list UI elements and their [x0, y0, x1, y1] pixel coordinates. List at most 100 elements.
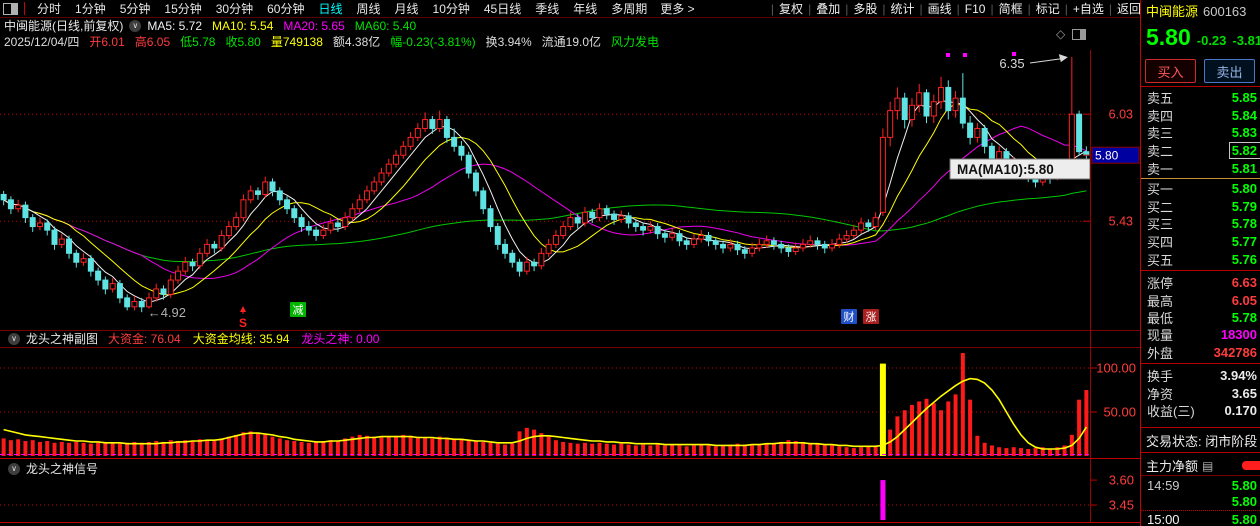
ohlc-field: 流通19.0亿: [541, 35, 602, 49]
bid-row[interactable]: 买二 5.79: [1141, 198, 1260, 216]
toolbar-button[interactable]: +自选: [1073, 0, 1104, 17]
period-tab[interactable]: 分时: [30, 0, 68, 17]
stat-row: 收益(三) 0.170: [1141, 402, 1260, 419]
period-tab[interactable]: 5分钟: [113, 0, 158, 17]
level-price[interactable]: 5.76: [1232, 252, 1260, 267]
level-price[interactable]: 5.82: [1228, 142, 1260, 160]
sub-indicator-chart[interactable]: 100.00 50.00: [0, 347, 1141, 458]
period-tab[interactable]: 1分钟: [68, 0, 113, 17]
level-price[interactable]: 5.78: [1232, 216, 1260, 231]
ma-legend-item: MA60: 5.40: [354, 18, 417, 33]
bid-row[interactable]: 买四 5.77: [1141, 233, 1260, 251]
stat-row: 涨停 6.63: [1141, 274, 1260, 291]
period-tab[interactable]: 周线: [349, 0, 387, 17]
period-tab[interactable]: 日线: [311, 0, 349, 17]
tick-row: 5.80: [1141, 494, 1260, 511]
sub-chart-title: 龙头之神副图: [26, 332, 99, 346]
ohlc-field: 高6.05: [134, 35, 171, 49]
stat-value: 342786: [1213, 344, 1257, 360]
document-icon[interactable]: ▤: [1202, 459, 1213, 473]
stat-label: 最低: [1147, 310, 1174, 326]
period-tab[interactable]: 45日线: [477, 0, 528, 17]
period-tab[interactable]: 季线: [528, 0, 566, 17]
toolbar-separator: |: [990, 1, 994, 16]
stock-name: 中闽能源: [1146, 4, 1199, 19]
sub-legend-item: 大资金: 76.04: [108, 332, 181, 346]
level-label: 卖三: [1147, 126, 1174, 142]
ma-legend: MA5: 5.72 MA10: 5.54 MA20: 5.65 MA60: 5.40: [147, 19, 426, 33]
period-tab[interactable]: 多周期: [604, 0, 654, 17]
period-tab[interactable]: 60分钟: [260, 0, 311, 17]
ask-row[interactable]: 卖五 5.85: [1141, 89, 1260, 107]
level-price[interactable]: 5.84: [1232, 108, 1260, 123]
tick-row: 15:00 5.80: [1141, 511, 1260, 526]
level-price[interactable]: 5.79: [1232, 199, 1260, 214]
bid-row[interactable]: 买一 5.80: [1141, 180, 1260, 198]
level-label: 卖一: [1147, 161, 1174, 177]
toolbar-button[interactable]: 多股: [853, 0, 877, 17]
ask-row[interactable]: 卖四 5.84: [1141, 107, 1260, 125]
toolbar-button[interactable]: 返回: [1117, 0, 1141, 17]
main-candlestick-chart[interactable]: 6.03 5.80 5.43 6.35 ←4.92 S 减 财 涨 MA(MA10):5.80: [0, 50, 1141, 330]
divider: [0, 330, 1141, 331]
chevron-down-icon[interactable]: ∨: [129, 19, 142, 32]
level-label: 买二: [1147, 199, 1174, 215]
svg-text:5.43: 5.43: [1109, 215, 1133, 229]
panel-layout-icon[interactable]: [1072, 28, 1087, 40]
toolbar-button[interactable]: 复权: [779, 0, 803, 17]
ask-row[interactable]: 卖二 5.82: [1141, 142, 1260, 160]
toolbar-separator: |: [956, 1, 960, 16]
more-button[interactable]: 更多 >: [654, 0, 700, 17]
toolbar-button[interactable]: 标记: [1036, 0, 1060, 17]
period-tab[interactable]: 15分钟: [157, 0, 208, 17]
axis-divider: [1090, 50, 1091, 522]
toolbar-button[interactable]: F10: [965, 2, 986, 16]
bid-row[interactable]: 买五 5.76: [1141, 250, 1260, 268]
level-price[interactable]: 5.85: [1232, 90, 1260, 105]
toolbar-button[interactable]: 叠加: [816, 0, 840, 17]
ohlc-field: 低5.78: [180, 35, 216, 49]
stat-label: 涨停: [1147, 276, 1174, 292]
window-split-icon[interactable]: [3, 2, 18, 15]
bid-row[interactable]: 买三 5.78: [1141, 215, 1260, 233]
ohlc-field: 收5.80: [225, 35, 261, 49]
toolbar-button[interactable]: 简框: [999, 0, 1023, 17]
stat-row: 最低 5.78: [1141, 309, 1260, 326]
diamond-icon[interactable]: ◇: [1056, 27, 1065, 41]
chevron-down-icon[interactable]: ∨: [8, 332, 20, 345]
level-label: 卖五: [1147, 91, 1174, 107]
ask-row[interactable]: 卖一 5.81: [1141, 159, 1260, 177]
divider: [1141, 452, 1260, 453]
signal-chart[interactable]: 3.60 3.45: [0, 458, 1141, 522]
buy-button[interactable]: 买入: [1145, 59, 1196, 83]
instrument-title: 中闽能源(日线,前复权): [4, 19, 124, 33]
stock-code: 600163: [1203, 4, 1247, 19]
svg-text:减: 减: [293, 304, 304, 317]
stat-label: 最高: [1147, 293, 1174, 309]
toolbar-button[interactable]: 画线: [928, 0, 952, 17]
stat-value: 3.65: [1231, 385, 1257, 401]
level-price[interactable]: 5.80: [1232, 181, 1260, 196]
period-tab[interactable]: 月线: [388, 0, 426, 17]
sell-button[interactable]: 卖出: [1204, 59, 1255, 83]
main-flow-label: 主力净额: [1146, 459, 1199, 474]
level-price[interactable]: 5.77: [1232, 234, 1260, 249]
ask-row[interactable]: 卖三 5.83: [1141, 124, 1260, 142]
period-tab[interactable]: 30分钟: [209, 0, 260, 17]
tick-price: 5.80: [1231, 477, 1257, 493]
divider: [0, 347, 1141, 348]
level-price[interactable]: 5.81: [1232, 161, 1260, 176]
level-price[interactable]: 5.83: [1232, 125, 1260, 140]
toolbar-separator: |: [845, 1, 849, 16]
period-tab[interactable]: 10分钟: [426, 0, 477, 17]
chevron-down-icon[interactable]: ∨: [8, 462, 20, 475]
divider: [0, 522, 1141, 523]
period-tabs: 分时 1分钟 5分钟 15分钟 30分钟 60分钟 日线 周线 月线 10分钟 45日线 季线 年线 多周…: [30, 0, 654, 17]
tick-list: 14:59 5.80 5.80 15:00 5.80: [1141, 477, 1260, 526]
stat-label: 收益(三): [1147, 403, 1195, 419]
svg-text:MA(MA10):5.80: MA(MA10):5.80: [957, 162, 1054, 177]
toolbar-button[interactable]: 统计: [890, 0, 914, 17]
stat-row: 现量 18300: [1141, 326, 1260, 343]
period-tab[interactable]: 年线: [566, 0, 604, 17]
signal-chart-title: 龙头之神信号: [26, 462, 99, 476]
